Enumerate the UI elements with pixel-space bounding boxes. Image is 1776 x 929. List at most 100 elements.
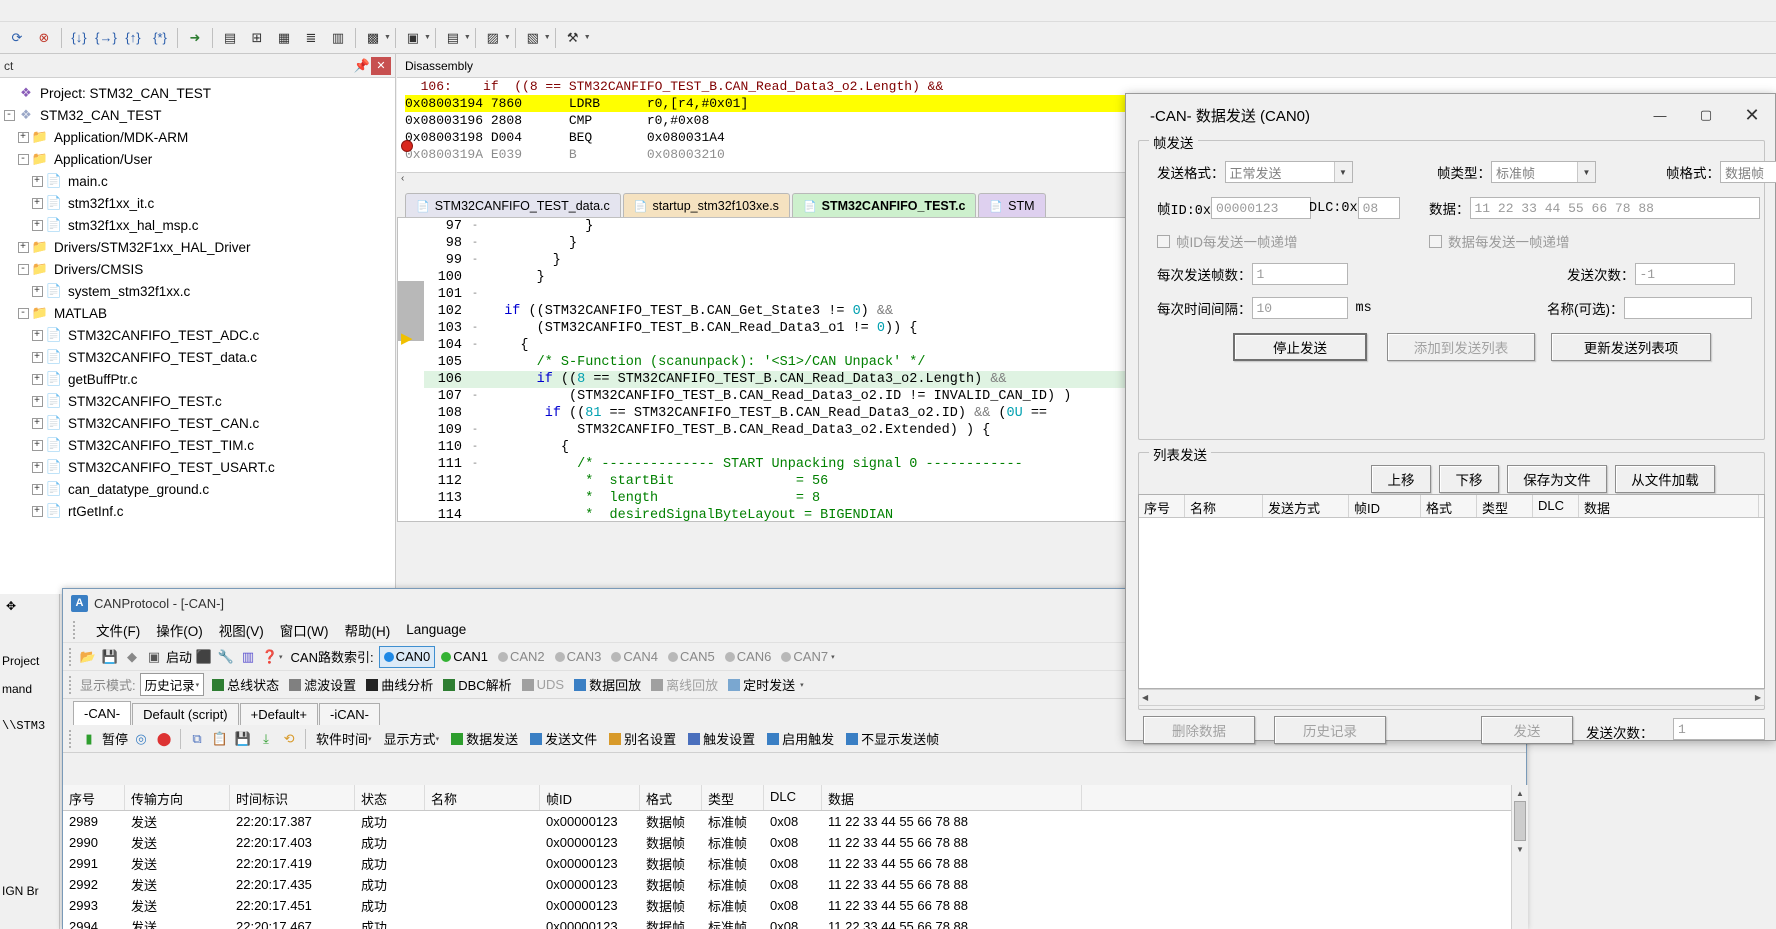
run-to-cursor-icon[interactable]: {*}: [147, 25, 173, 51]
tree-item[interactable]: - 📁 MATLAB: [2, 302, 395, 324]
data-toolbar-item[interactable]: 发送文件: [526, 728, 601, 749]
stop-debug-icon[interactable]: ⊗: [31, 25, 57, 51]
send-list-hscrollbar[interactable]: ◀ ▶: [1138, 689, 1765, 706]
command-bottom-tab[interactable]: mand: [2, 682, 32, 696]
grid-column-header[interactable]: 传输方向: [125, 785, 230, 810]
scroll-right-icon[interactable]: ▶: [1755, 693, 1761, 702]
clear-icon[interactable]: ⟲: [279, 729, 299, 749]
move-up-button[interactable]: 上移: [1371, 465, 1431, 493]
fold-marker-icon[interactable]: -: [466, 255, 484, 266]
tree-item[interactable]: + 📄 STM32CANFIFO_TEST_USART.c: [2, 456, 395, 478]
fold-marker-icon[interactable]: -: [466, 391, 484, 402]
grid-column-header[interactable]: 序号: [63, 785, 125, 810]
data-toolbar-item[interactable]: 启用触发: [763, 728, 838, 749]
tree-expander[interactable]: +: [30, 439, 44, 451]
scrollbar-thumb[interactable]: [1514, 801, 1526, 841]
tree-item[interactable]: + 📄 STM32CANFIFO_TEST.c: [2, 390, 395, 412]
table-row[interactable]: 2992 发送 22:20:17.435 成功 0x00000123 数据帧 标准帧 0x08…: [63, 874, 1528, 895]
fold-marker-icon[interactable]: -: [466, 425, 484, 436]
send-list-grid-header[interactable]: 序号 名称 发送方式 帧ID 格式 类型 DLC 数据: [1139, 495, 1764, 518]
grid-vertical-scrollbar[interactable]: ▲ ▼: [1511, 785, 1528, 929]
add-to-send-list-button[interactable]: 添加到发送列表: [1387, 333, 1535, 361]
maximize-icon[interactable]: ▢: [1683, 99, 1729, 131]
settings-icon[interactable]: 🔧: [216, 647, 236, 667]
tree-expander[interactable]: +: [30, 219, 44, 231]
tree-expander[interactable]: -: [16, 307, 30, 319]
document-tab[interactable]: -iCAN-: [319, 703, 381, 725]
save-to-file-button[interactable]: 保存为文件: [1507, 465, 1607, 493]
data-toolbar-item[interactable]: 软件时间 ▾: [312, 728, 376, 749]
update-send-list-button[interactable]: 更新发送列表项: [1551, 333, 1711, 361]
send-list-column-header[interactable]: 类型: [1477, 495, 1533, 517]
tree-expander[interactable]: +: [30, 483, 44, 495]
send-list-column-header[interactable]: 数据: [1579, 495, 1759, 517]
scroll-down-icon[interactable]: ▼: [1512, 841, 1528, 857]
pause-icon[interactable]: ▮: [79, 729, 99, 749]
tree-expander[interactable]: +: [30, 175, 44, 187]
frame-id-increment-row[interactable]: 帧ID每发送一帧递增: [1157, 231, 1298, 251]
view-toolbar-item[interactable]: 滤波设置: [285, 674, 360, 695]
menu-item[interactable]: Language: [406, 622, 466, 637]
tree-expander[interactable]: +: [30, 395, 44, 407]
device-icon[interactable]: ▥: [238, 647, 258, 667]
grid-column-header[interactable]: 格式: [640, 785, 702, 810]
pointer-icon[interactable]: ◆: [122, 647, 142, 667]
tree-expander[interactable]: +: [30, 373, 44, 385]
fold-marker-icon[interactable]: -: [466, 340, 484, 351]
tree-item[interactable]: + 📄 STM32CANFIFO_TEST_CAN.c: [2, 412, 395, 434]
can-grid-body[interactable]: 2989 发送 22:20:17.387 成功 0x00000123 数据帧 标准帧 0x08…: [63, 811, 1528, 929]
save-data-icon[interactable]: 💾: [233, 729, 253, 749]
memory-window-icon[interactable]: ▩: [360, 25, 386, 51]
start-label[interactable]: 启动: [166, 647, 192, 666]
serial-window-icon[interactable]: ▣: [400, 25, 426, 51]
toolbar-grip[interactable]: [69, 675, 74, 694]
registers-window-icon[interactable]: ▦: [271, 25, 297, 51]
fold-marker-icon[interactable]: -: [466, 238, 484, 249]
grid-column-header[interactable]: 状态: [355, 785, 425, 810]
can-channel-can3[interactable]: CAN3: [551, 648, 606, 665]
can-channel-can2[interactable]: CAN2: [494, 648, 549, 665]
tree-item[interactable]: + 📄 STM32CANFIFO_TEST_TIM.c: [2, 434, 395, 456]
tree-item[interactable]: + 📄 main.c: [2, 170, 395, 192]
can-channel-can4[interactable]: CAN4: [607, 648, 662, 665]
tree-expander[interactable]: +: [30, 285, 44, 297]
load-from-file-button[interactable]: 从文件加载: [1615, 465, 1715, 493]
send-list-column-header[interactable]: 名称: [1185, 495, 1263, 517]
grid-column-header[interactable]: 时间标识: [230, 785, 355, 810]
table-row[interactable]: 2990 发送 22:20:17.403 成功 0x00000123 数据帧 标准帧 0x08…: [63, 832, 1528, 853]
checkbox-icon[interactable]: [1429, 234, 1442, 248]
step-out-icon[interactable]: {↑}: [120, 25, 146, 51]
tree-item[interactable]: + 📄 getBuffPtr.c: [2, 368, 395, 390]
view-toolbar-item[interactable]: 离线回放: [647, 674, 722, 695]
frames-per-send-input[interactable]: 1: [1251, 263, 1348, 285]
keil-debug-toolbar[interactable]: ⟳ ⊗ {↓} {→} {↑} {*} ➜ ▤ ⊞ ▦ ≣ ▥ ▩ ▼ ▣ ▼ ▤ ▼…: [0, 22, 1776, 54]
delete-data-button[interactable]: 删除数据: [1143, 716, 1255, 744]
start-icon[interactable]: ▣: [144, 647, 164, 667]
tree-item[interactable]: + 📄 STM32CANFIFO_TEST_ADC.c: [2, 324, 395, 346]
data-toolbar-item[interactable]: 数据发送: [447, 728, 522, 749]
pin-icon[interactable]: 📌: [353, 58, 371, 74]
can-channel-can5[interactable]: CAN5: [664, 648, 719, 665]
view-toolbar-item[interactable]: 定时发送: [724, 674, 799, 695]
table-row[interactable]: 2989 发送 22:20:17.387 成功 0x00000123 数据帧 标准帧 0x08…: [63, 811, 1528, 832]
view-toolbar-item[interactable]: UDS: [518, 676, 568, 693]
can-channel-can1[interactable]: CAN1: [437, 648, 492, 665]
scroll-up-icon[interactable]: ▲: [1512, 785, 1528, 801]
tree-expander[interactable]: +: [30, 505, 44, 517]
grid-column-header[interactable]: 类型: [702, 785, 764, 810]
frame-type-select[interactable]: 标准帧 ▼: [1491, 161, 1596, 183]
record-icon[interactable]: ⬤: [154, 729, 174, 749]
grid-column-header[interactable]: DLC: [764, 785, 822, 810]
checkbox-icon[interactable]: [1157, 234, 1170, 248]
tree-expander[interactable]: -: [16, 263, 30, 275]
send-list-grid[interactable]: 序号 名称 发送方式 帧ID 格式 类型 DLC 数据: [1138, 494, 1765, 689]
tree-item[interactable]: + 📄 stm32f1xx_hal_msp.c: [2, 214, 395, 236]
display-mode-select[interactable]: 历史记录 ▾: [139, 673, 205, 696]
editor-tab[interactable]: 📄 STM32CANFIFO_TEST.c: [791, 193, 977, 218]
send-list-column-header[interactable]: 帧ID: [1349, 495, 1421, 517]
tree-expander[interactable]: +: [30, 351, 44, 363]
send-format-select[interactable]: 正常发送 ▼: [1224, 161, 1353, 183]
watch-window-icon[interactable]: ▥: [325, 25, 351, 51]
tools-icon[interactable]: ⚒: [560, 25, 586, 51]
help-icon[interactable]: ❓: [260, 647, 280, 667]
